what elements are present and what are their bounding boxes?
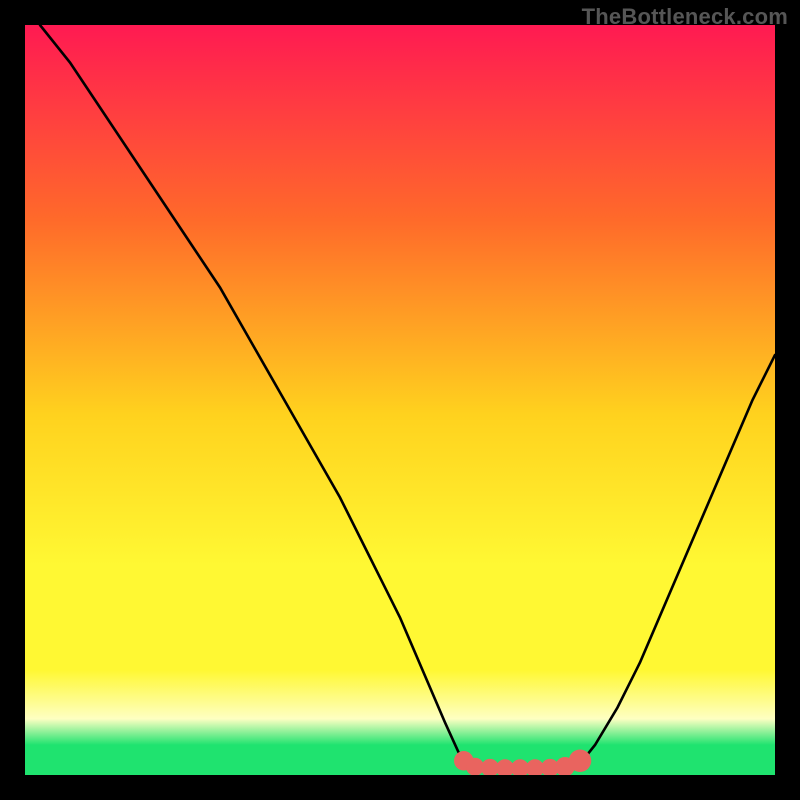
chart-frame: TheBottleneck.com <box>0 0 800 800</box>
right-curve <box>580 355 775 764</box>
curve-layer <box>25 25 775 775</box>
watermark-text: TheBottleneck.com <box>582 4 788 30</box>
plot-area <box>25 25 775 775</box>
marker-dot <box>569 750 592 773</box>
left-curve <box>40 25 464 764</box>
bottom-marker-band <box>454 750 591 776</box>
